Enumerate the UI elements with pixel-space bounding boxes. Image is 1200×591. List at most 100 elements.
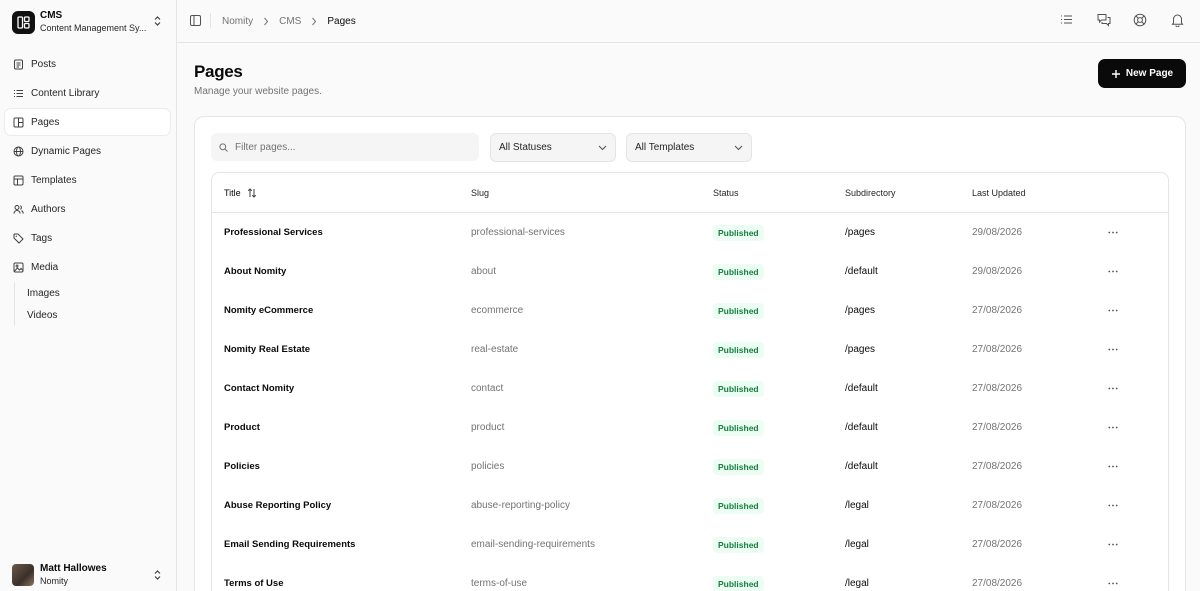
row-title[interactable]: Nomity eCommerce (224, 291, 313, 330)
workspace-switcher[interactable]: CMS Content Management Sy... (12, 9, 172, 35)
table-row[interactable]: Abuse Reporting Policy abuse-reporting-po… (212, 486, 1168, 525)
row-slug: about (471, 266, 497, 277)
row-last-updated: 27/08/2026 (972, 344, 1023, 355)
table-row[interactable]: Policies policies Published/default 27/08/2… (212, 447, 1168, 486)
table-body: Professional Services professional-servic… (212, 213, 1168, 591)
row-status-cell: Published (713, 408, 764, 447)
row-slug: policies (471, 461, 505, 472)
table-row[interactable]: Terms of Use terms-of-use Published/legal 2… (212, 564, 1168, 591)
sidebar-item-content-library[interactable]: Content Library (5, 80, 170, 106)
template-filter-select[interactable]: All Templates (626, 133, 752, 162)
filter-pages-input[interactable] (235, 141, 455, 153)
table-row[interactable]: About Nomity about Published/default 29/08/… (212, 252, 1168, 291)
sidebar-item-posts[interactable]: Posts (5, 51, 170, 77)
sidebar-item-label: Posts (31, 58, 57, 70)
more-horizontal-icon (1108, 582, 1118, 585)
breadcrumb-cms[interactable]: CMS (279, 16, 301, 27)
row-actions-button[interactable] (1108, 213, 1118, 252)
chevron-right-icon (263, 17, 269, 26)
sidebar-item-tags[interactable]: Tags (5, 225, 170, 251)
row-actions-button[interactable] (1108, 525, 1118, 564)
help-icon[interactable] (1133, 13, 1147, 27)
sidebar-item-label: Pages (31, 116, 60, 128)
row-title[interactable]: Product (224, 408, 260, 447)
row-actions-button[interactable] (1108, 564, 1118, 591)
row-title[interactable]: Abuse Reporting Policy (224, 486, 331, 525)
more-horizontal-icon (1108, 465, 1118, 468)
row-actions-button[interactable] (1108, 447, 1118, 486)
breadcrumb: Nomity CMS Pages (222, 14, 356, 28)
row-slug: ecommerce (471, 305, 524, 316)
sidebar-item-dynamic-pages[interactable]: Dynamic Pages (5, 138, 170, 164)
row-actions-button[interactable] (1108, 252, 1118, 291)
row-slug: terms-of-use (471, 578, 528, 589)
list-icon[interactable] (1060, 13, 1073, 26)
table-row[interactable]: Nomity eCommerce ecommerce Published/pages… (212, 291, 1168, 330)
more-horizontal-icon (1108, 270, 1118, 273)
new-page-button[interactable]: New Page (1098, 59, 1186, 88)
sidebar-subitem-images[interactable]: Images (27, 282, 60, 304)
table-row[interactable]: Product product Published/default 27/08/202… (212, 408, 1168, 447)
row-title[interactable]: Nomity Real Estate (224, 330, 310, 369)
row-actions-button[interactable] (1108, 330, 1118, 369)
row-title[interactable]: Policies (224, 447, 260, 486)
pages-table: Title Slug Status Subdirectory Last Upda… (211, 172, 1169, 591)
row-actions-button[interactable] (1108, 369, 1118, 408)
messages-icon[interactable] (1097, 13, 1111, 27)
table-header: Title Slug Status Subdirectory Last Upda… (212, 173, 1168, 213)
row-actions-button[interactable] (1108, 486, 1118, 525)
table-row[interactable]: Email Sending Requirements email-sending-… (212, 525, 1168, 564)
more-horizontal-icon (1108, 387, 1118, 390)
table-row[interactable]: Contact Nomity contact Published/default 27… (212, 369, 1168, 408)
row-last-updated: 27/08/2026 (972, 539, 1023, 550)
template-filter-value: All Templates (635, 142, 695, 153)
user-name: Matt Hallowes (40, 562, 107, 574)
row-last-updated: 29/08/2026 (972, 266, 1023, 277)
status-badge: Published (713, 224, 764, 241)
page-subtitle: Manage your website pages. (194, 86, 322, 97)
row-title[interactable]: Contact Nomity (224, 369, 294, 408)
more-horizontal-icon (1108, 543, 1118, 546)
media-submenu: Images Videos (14, 282, 60, 326)
sidebar-item-authors[interactable]: Authors (5, 196, 170, 222)
table-row[interactable]: Professional Services professional-servic… (212, 213, 1168, 252)
row-title[interactable]: Terms of Use (224, 564, 283, 591)
breadcrumb-nomity[interactable]: Nomity (222, 16, 253, 27)
row-last-updated: 27/08/2026 (972, 305, 1023, 316)
bell-icon[interactable] (1171, 13, 1184, 27)
sidebar-toggle-icon[interactable] (190, 15, 201, 26)
row-last-updated: 27/08/2026 (972, 422, 1023, 433)
sidebar-item-templates[interactable]: Templates (5, 167, 170, 193)
plus-icon (1111, 69, 1120, 78)
filter-box (211, 133, 479, 161)
chevron-down-icon (734, 145, 743, 150)
sidebar-item-media[interactable]: Media (5, 254, 170, 280)
row-actions-button[interactable] (1108, 291, 1118, 330)
row-last-updated: 27/08/2026 (972, 461, 1023, 472)
status-filter-select[interactable]: All Statuses (490, 133, 616, 162)
row-last-updated: 29/08/2026 (972, 227, 1023, 238)
row-actions-button[interactable] (1108, 408, 1118, 447)
users-icon (13, 204, 24, 214)
user-menu[interactable]: Matt Hallowes Nomity (12, 563, 172, 586)
status-badge: Published (713, 497, 764, 514)
column-title[interactable]: Title (224, 173, 257, 212)
sidebar-item-label: Dynamic Pages (31, 145, 102, 157)
row-title[interactable]: Email Sending Requirements (224, 525, 355, 564)
row-slug: contact (471, 383, 504, 394)
more-horizontal-icon (1108, 231, 1118, 234)
cms-logo-icon (12, 10, 35, 34)
sidebar-subitem-videos[interactable]: Videos (27, 304, 60, 326)
row-title[interactable]: Professional Services (224, 213, 323, 252)
row-last-updated: 27/08/2026 (972, 383, 1023, 394)
chevron-right-icon (311, 17, 317, 26)
sidebar-item-pages[interactable]: Pages (5, 109, 170, 135)
chevrons-up-down-icon (154, 16, 161, 26)
row-status-cell: Published (713, 486, 764, 525)
column-subdirectory: Subdirectory (845, 187, 896, 198)
row-title[interactable]: About Nomity (224, 252, 286, 291)
row-status-cell: Published (713, 291, 764, 330)
row-status-cell: Published (713, 330, 764, 369)
more-horizontal-icon (1108, 426, 1118, 429)
table-row[interactable]: Nomity Real Estate real-estate Published/p… (212, 330, 1168, 369)
